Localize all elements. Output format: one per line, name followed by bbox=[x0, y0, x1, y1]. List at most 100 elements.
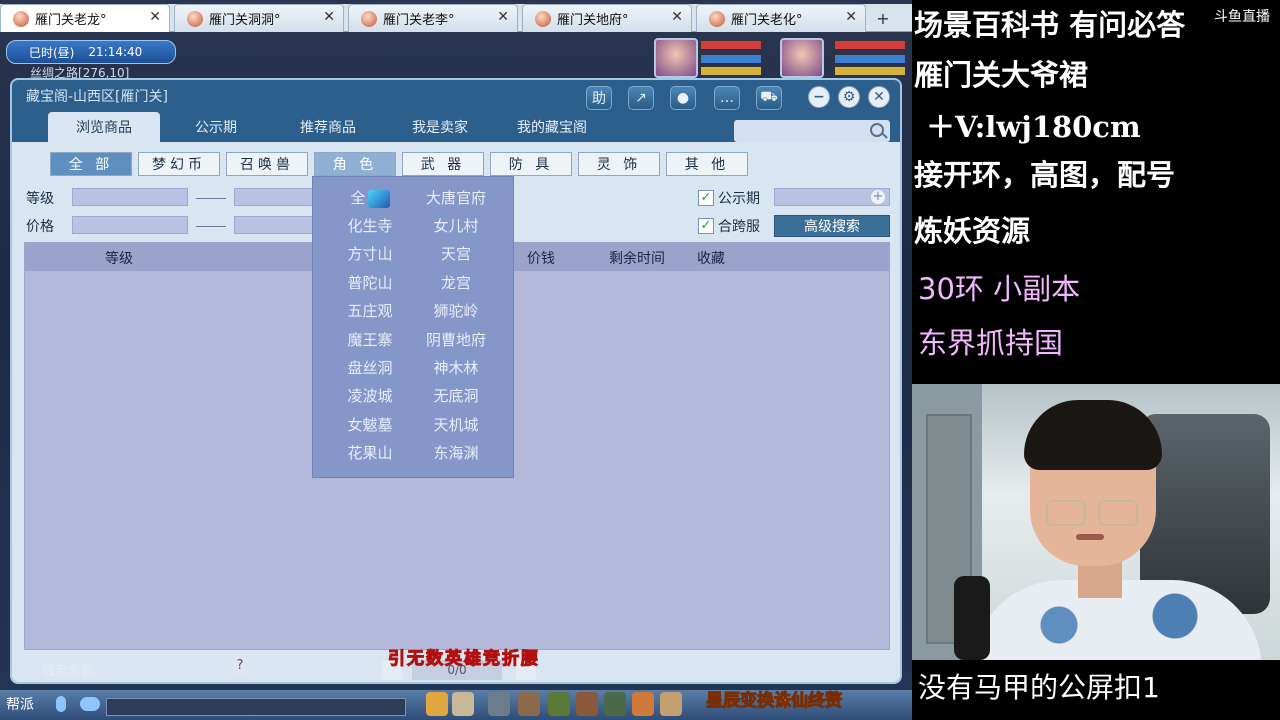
tab-label: 雁门关老龙° bbox=[35, 13, 107, 28]
pet-portrait[interactable] bbox=[780, 38, 824, 78]
category-all[interactable]: 全 部 bbox=[50, 152, 132, 176]
public-checkbox[interactable]: ✓ bbox=[698, 190, 714, 206]
mic-icon[interactable] bbox=[56, 696, 66, 712]
dropdown-option[interactable]: 五庄观 bbox=[325, 300, 415, 321]
side-line-2: 雁门关大爷裙 bbox=[914, 58, 1089, 92]
new-tab-button[interactable]: + bbox=[870, 4, 896, 32]
dropdown-option[interactable]: 东海渊 bbox=[411, 442, 501, 463]
dropdown-option[interactable]: 神木林 bbox=[411, 357, 501, 378]
cross-server-checkbox[interactable]: ✓ bbox=[698, 218, 714, 234]
stream-side-panel: 场景百科书 有问必答 斗鱼直播 雁门关大爷裙 ＋V:lwj180cm 接开环，高… bbox=[912, 0, 1280, 720]
minimize-icon[interactable]: − bbox=[808, 86, 830, 108]
lamp-icon[interactable] bbox=[426, 692, 448, 716]
clock-time: 21:14:40 bbox=[88, 45, 143, 59]
close-icon[interactable]: ✕ bbox=[868, 86, 890, 108]
potion-icon[interactable] bbox=[604, 692, 626, 716]
dropdown-option[interactable]: 无底洞 bbox=[411, 385, 501, 406]
avatar-icon bbox=[361, 11, 377, 27]
browser-tab-bar: 雁门关老龙° ✕ 雁门关洞洞° ✕ 雁门关老李° ✕ 雁门关地府° ✕ 雁门关老化° ✕ … bbox=[0, 4, 912, 32]
dropdown-option[interactable]: 普陀山 bbox=[325, 272, 415, 293]
col-favorite[interactable]: 收藏 bbox=[697, 248, 725, 268]
close-icon[interactable]: ✕ bbox=[149, 9, 161, 25]
public-select[interactable]: + bbox=[774, 188, 890, 206]
dropdown-option[interactable]: 女儿村 bbox=[411, 215, 501, 236]
level-min-input[interactable] bbox=[72, 188, 188, 206]
tab-label: 雁门关老化° bbox=[731, 13, 803, 28]
pet-exp-bar bbox=[834, 66, 906, 76]
chat-input[interactable] bbox=[106, 698, 406, 716]
level-max-input[interactable] bbox=[234, 188, 314, 206]
advanced-search-button[interactable]: 高级搜索 bbox=[774, 215, 890, 237]
dropdown-option[interactable]: 阴曹地府 bbox=[411, 329, 501, 350]
tab-4[interactable]: 雁门关地府° ✕ bbox=[522, 4, 692, 32]
tab-3[interactable]: 雁门关老李° ✕ bbox=[348, 4, 518, 32]
dropdown-option[interactable]: 大唐官府 bbox=[411, 187, 501, 208]
category-pets[interactable]: 召唤兽 bbox=[226, 152, 308, 176]
col-remaining[interactable]: 剩余时间 bbox=[609, 248, 665, 268]
dropdown-option[interactable]: 魔王寨 bbox=[325, 329, 415, 350]
player-portrait[interactable] bbox=[654, 38, 698, 78]
tab-public[interactable]: 公示期 bbox=[160, 112, 272, 142]
search-icon[interactable] bbox=[870, 123, 884, 137]
col-level[interactable]: 等级 bbox=[105, 248, 133, 268]
chat-icon[interactable]: … bbox=[714, 86, 740, 110]
dropdown-option[interactable]: 龙宫 bbox=[411, 272, 501, 293]
close-icon[interactable]: ✕ bbox=[845, 9, 857, 25]
close-icon[interactable]: ✕ bbox=[323, 9, 335, 25]
flag-icon[interactable] bbox=[632, 692, 654, 716]
pet-icon[interactable] bbox=[660, 692, 682, 716]
category-other[interactable]: 其 他 bbox=[666, 152, 748, 176]
range-dash bbox=[196, 226, 226, 227]
dropdown-option[interactable]: 天宫 bbox=[411, 243, 501, 264]
avatar-icon bbox=[13, 11, 29, 27]
question-icon[interactable]: ? bbox=[230, 656, 250, 676]
plus-icon[interactable]: + bbox=[871, 190, 885, 204]
tab-browse[interactable]: 浏览商品 bbox=[48, 112, 160, 142]
col-price[interactable]: 价钱 bbox=[527, 248, 555, 268]
side-pink-line-1: 30环 小副本 bbox=[918, 272, 1081, 306]
dropdown-option[interactable]: 盘丝洞 bbox=[325, 357, 415, 378]
dropdown-option[interactable]: 方寸山 bbox=[325, 243, 415, 264]
category-roles[interactable]: 角 色 bbox=[314, 152, 396, 176]
price-max-input[interactable] bbox=[234, 216, 314, 234]
dropdown-option[interactable]: 全 bbox=[325, 187, 415, 208]
tab-5[interactable]: 雁门关老化° ✕ bbox=[696, 4, 866, 32]
dropdown-option[interactable]: 狮驼岭 bbox=[411, 300, 501, 321]
gear-icon[interactable]: ⚙ bbox=[838, 86, 860, 108]
shield-icon[interactable] bbox=[576, 692, 598, 716]
category-weapons[interactable]: 武 器 bbox=[402, 152, 484, 176]
scroll-icon[interactable] bbox=[452, 692, 474, 716]
glasses-left bbox=[1046, 500, 1086, 526]
dropdown-option[interactable]: 天机城 bbox=[411, 414, 501, 435]
chat-bubble-icon[interactable] bbox=[80, 697, 100, 711]
sword-icon[interactable] bbox=[488, 692, 510, 716]
leaf-icon[interactable] bbox=[548, 692, 570, 716]
dropdown-option[interactable]: 花果山 bbox=[325, 442, 415, 463]
hp-bar bbox=[700, 40, 762, 50]
category-accessories[interactable]: 灵 饰 bbox=[578, 152, 660, 176]
dropdown-option[interactable]: 女魃墓 bbox=[325, 414, 415, 435]
overlay-caption: 引无数英雄竞折腰 bbox=[388, 649, 540, 670]
record-icon[interactable]: ● bbox=[670, 86, 696, 110]
chest-icon[interactable] bbox=[518, 692, 540, 716]
search-input[interactable] bbox=[734, 120, 890, 142]
help-button[interactable]: 助 bbox=[586, 86, 612, 110]
category-coins[interactable]: 梦幻币 bbox=[138, 152, 220, 176]
tab-recommend[interactable]: 推荐商品 bbox=[272, 112, 384, 142]
price-min-input[interactable] bbox=[72, 216, 188, 234]
share-icon[interactable]: ↗ bbox=[628, 86, 654, 110]
tab-my-pavilion[interactable]: 我的藏宝阁 bbox=[496, 112, 608, 142]
tab-label: 雁门关地府° bbox=[557, 13, 629, 28]
category-armor[interactable]: 防 具 bbox=[490, 152, 572, 176]
tab-1[interactable]: 雁门关老龙° ✕ bbox=[0, 4, 170, 32]
dropdown-option[interactable]: 凌波城 bbox=[325, 385, 415, 406]
guild-chat-button[interactable]: 帮派 bbox=[6, 694, 34, 714]
game-viewport[interactable]: 雁门关老龙° ✕ 雁门关洞洞° ✕ 雁门关老李° ✕ 雁门关地府° ✕ 雁门关老化° ✕ … bbox=[0, 0, 912, 720]
tab-seller[interactable]: 我是卖家 bbox=[384, 112, 496, 142]
tab-2[interactable]: 雁门关洞洞° ✕ bbox=[174, 4, 344, 32]
webcam-feed bbox=[912, 384, 1280, 660]
close-icon[interactable]: ✕ bbox=[671, 9, 683, 25]
cart-icon[interactable]: ⛟ bbox=[756, 86, 782, 110]
dropdown-option[interactable]: 化生寺 bbox=[325, 215, 415, 236]
close-icon[interactable]: ✕ bbox=[497, 9, 509, 25]
